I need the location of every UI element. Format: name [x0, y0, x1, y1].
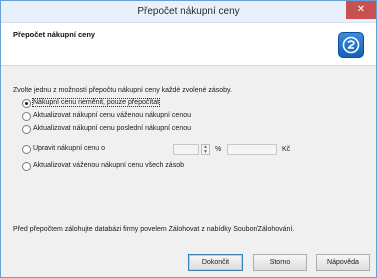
app-logo-icon	[338, 32, 364, 58]
percent-stepper[interactable]: ▲ ▼	[201, 144, 210, 155]
amount-input[interactable]	[227, 144, 277, 155]
stepper-down-icon[interactable]: ▼	[202, 150, 209, 155]
option-label: Aktualizovat váženou nákupní cenu všech …	[33, 162, 184, 169]
close-icon: ✕	[356, 4, 366, 15]
title-bar[interactable]: Přepočet nákupní ceny ✕	[1, 1, 376, 23]
radio-button[interactable]	[22, 112, 31, 121]
header-title: Přepočet nákupní ceny	[13, 30, 96, 39]
dialog-window: Přepočet nákupní ceny ✕ Přepočet nákupní…	[0, 0, 377, 278]
percent-unit-label: %	[215, 146, 222, 153]
option-label: Aktualizovat nákupní cenu poslední nákup…	[33, 125, 192, 132]
radio-button[interactable]	[22, 162, 31, 171]
cancel-button[interactable]: Storno	[253, 254, 307, 271]
option-label: Upravit nákupní cenu o	[33, 145, 105, 152]
percent-input[interactable]	[173, 144, 199, 155]
wizard-header: Přepočet nákupní ceny	[1, 23, 376, 66]
option-label: Aktualizovat nákupní cenu váženou nákupn…	[33, 112, 192, 119]
backup-note: Před přepočtem zálohujte databázi firmy …	[13, 226, 295, 233]
close-button[interactable]: ✕	[346, 1, 376, 19]
radio-button[interactable]	[22, 125, 31, 134]
window-title: Přepočet nákupní ceny	[137, 6, 240, 17]
currency-unit-label: Kč	[282, 146, 291, 153]
intro-text: Zvolte jednu z možností přepočtu nákupní…	[13, 87, 232, 94]
radio-button[interactable]	[22, 99, 31, 108]
radio-button[interactable]	[22, 145, 31, 154]
finish-button[interactable]: Dokončit	[188, 254, 243, 271]
option-label: Nákupní cenu neměnit, pouze přepočítat	[31, 98, 161, 107]
help-button[interactable]: Nápověda	[316, 254, 370, 271]
